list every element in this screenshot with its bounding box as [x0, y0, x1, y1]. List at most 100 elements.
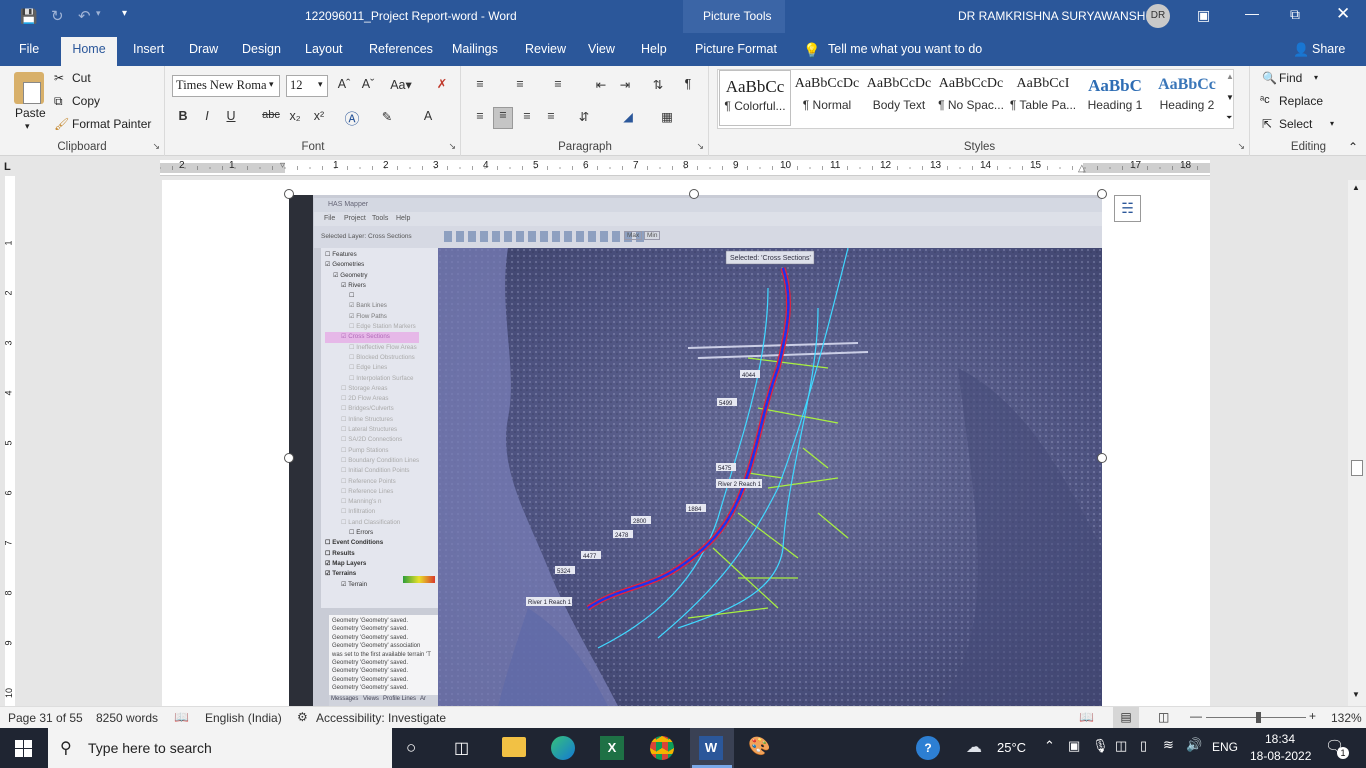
paste-icon[interactable]	[14, 72, 44, 104]
tree-item[interactable]: ☐ Edge Lines	[325, 363, 419, 373]
meet-now-icon[interactable]: ◫	[1115, 738, 1127, 754]
justify-icon[interactable]: ≡	[541, 109, 561, 123]
clock-date[interactable]: 18-08-2022	[1250, 749, 1311, 763]
styles-more-icon[interactable]: ⏷	[1226, 113, 1232, 123]
hec-menu-project[interactable]: Project	[344, 215, 366, 222]
tree-item-selected[interactable]: ☑ Cross Sections	[325, 332, 420, 343]
collapse-ribbon-icon[interactable]: ⌃	[1348, 140, 1358, 154]
increase-indent-icon[interactable]: ⇥	[615, 77, 635, 92]
weather-icon[interactable]: ☁	[966, 737, 982, 757]
font-size-dropdown-icon[interactable]: ▾	[318, 79, 323, 90]
tab-selector-icon[interactable]: L	[4, 161, 11, 173]
excel-icon[interactable]: X	[600, 736, 624, 760]
hec-layer-tree[interactable]: ☐ Features ☑ Geometries ☑ Geometry ☑ Riv…	[321, 248, 438, 608]
selected-picture[interactable]: HAS Mapper File Project Tools Help Selec…	[289, 195, 1102, 706]
minimize-icon[interactable]: —	[1245, 5, 1259, 21]
cortana-icon[interactable]: ○	[406, 738, 416, 758]
accessibility-status[interactable]: Accessibility: Investigate	[316, 711, 446, 725]
tell-me-search[interactable]: Tell me what you want to do	[828, 42, 982, 56]
hec-menu-help[interactable]: Help	[396, 215, 410, 222]
tree-item[interactable]: ☑ Flow Paths	[325, 312, 419, 322]
style-table-paragraph[interactable]: AaBbCcI ¶ Table Pa...	[1007, 70, 1079, 126]
tree-item[interactable]: ☐ Initial Condition Points	[325, 466, 419, 476]
tree-item[interactable]: ☐ Pump Stations	[325, 446, 419, 456]
bold-icon[interactable]: B	[173, 109, 193, 123]
tree-item[interactable]: ☐ Errors	[325, 528, 419, 538]
italic-icon[interactable]: I	[197, 109, 217, 123]
tree-item[interactable]: ☐ Lateral Structures	[325, 425, 419, 435]
styles-scroll-up-icon[interactable]: ▲	[1226, 72, 1234, 81]
clock-time[interactable]: 18:34	[1265, 732, 1295, 746]
style-colorful[interactable]: AaBbCc ¶ Colorful...	[719, 70, 791, 126]
paste-dropdown-icon[interactable]: ▾	[25, 121, 30, 132]
cut-icon[interactable]: ✂	[54, 71, 64, 85]
restore-icon[interactable]: ⧉	[1290, 6, 1300, 23]
resize-handle-top[interactable]	[689, 189, 699, 199]
zoom-level[interactable]: 132%	[1331, 711, 1362, 725]
style-body-text[interactable]: AaBbCcDc Body Text	[863, 70, 935, 126]
strikethrough-icon[interactable]: abc	[261, 109, 281, 121]
zoom-out-icon[interactable]: —	[1190, 709, 1202, 723]
share-button[interactable]: Share	[1312, 42, 1345, 56]
paragraph-launcher-icon[interactable]: ↘	[696, 141, 704, 152]
style-heading-2[interactable]: AaBbCc Heading 2	[1151, 70, 1223, 126]
resize-handle-right[interactable]	[1097, 453, 1107, 463]
hec-min-button[interactable]: Min	[644, 231, 661, 240]
layout-options-icon[interactable]: ☵	[1114, 195, 1141, 222]
resize-handle-left[interactable]	[284, 453, 294, 463]
accessibility-icon[interactable]: ⚙	[297, 710, 308, 724]
language[interactable]: English (India)	[205, 711, 282, 725]
tree-item[interactable]: ☐ Infiltration	[325, 507, 419, 517]
tree-item[interactable]: ☐ Blocked Obstructions	[325, 353, 419, 363]
numbering-icon[interactable]: ≡	[510, 77, 530, 91]
user-name[interactable]: DR RAMKRISHNA SURYAWANSHI	[958, 9, 1149, 23]
tab-view[interactable]: View	[588, 42, 615, 56]
tree-item[interactable]: ☐ Interpolation Surface	[325, 374, 419, 384]
hec-map-view[interactable]: Selected: 'Cross Sections' 4044 5499 547…	[438, 248, 1102, 706]
redo-icon[interactable]: ↻	[51, 7, 64, 25]
tree-item[interactable]: ☐	[325, 291, 419, 301]
paste-button[interactable]: Paste	[15, 106, 46, 120]
tree-item[interactable]: ☐ Features	[325, 250, 419, 260]
tab-layout[interactable]: Layout	[305, 42, 343, 56]
tree-item[interactable]: ☐ Results	[325, 549, 419, 559]
zoom-in-icon[interactable]: +	[1309, 709, 1316, 723]
tab-home[interactable]: Home	[61, 37, 117, 66]
tree-item[interactable]: ☑ Map Layers	[325, 559, 419, 569]
camera-icon[interactable]: ▣	[1068, 738, 1080, 754]
tree-item[interactable]: ☐ Manning's n	[325, 497, 419, 507]
chrome-icon[interactable]	[650, 736, 674, 760]
hec-tab-views[interactable]: Views	[363, 696, 379, 702]
tab-design[interactable]: Design	[242, 42, 281, 56]
hec-tab-profile-lines[interactable]: Profile Lines	[383, 696, 416, 702]
tab-mailings[interactable]: Mailings	[452, 42, 498, 56]
tree-item[interactable]: ☐ Edge Station Markers	[325, 322, 419, 332]
undo-dropdown-icon[interactable]: ▾	[96, 8, 101, 19]
subscript-icon[interactable]: x₂	[285, 109, 305, 123]
undo-icon[interactable]: ↶	[78, 7, 91, 25]
scroll-thumb[interactable]	[1351, 460, 1363, 476]
copy-icon[interactable]: ⧉	[54, 94, 63, 109]
replace-icon[interactable]: ᵃc	[1260, 94, 1270, 106]
highlight-icon[interactable]: ✎	[377, 109, 397, 124]
scroll-up-icon[interactable]: ▲	[1352, 183, 1360, 192]
align-center-icon[interactable]: ≡	[493, 107, 513, 129]
tree-item[interactable]: ☐ Bridges/Culverts	[325, 404, 419, 414]
copy-button[interactable]: Copy	[72, 94, 100, 108]
vertical-scrollbar[interactable]: ▲ ▼	[1348, 180, 1366, 706]
hec-menu-file[interactable]: File	[324, 215, 335, 222]
show-marks-icon[interactable]: ¶	[678, 77, 698, 91]
save-icon[interactable]: 💾	[20, 8, 37, 25]
hec-tab-messages[interactable]: Messages	[331, 696, 358, 702]
styles-scroll-down-icon[interactable]: ▼	[1226, 93, 1234, 102]
tree-item[interactable]: ☐ Land Classification	[325, 518, 419, 528]
microphone-icon[interactable]: 🎙	[1092, 738, 1109, 754]
proofing-icon[interactable]: 📖	[174, 710, 189, 724]
hec-max-button[interactable]: Max	[624, 231, 643, 240]
wifi-icon[interactable]: ≋	[1163, 737, 1174, 753]
volume-icon[interactable]: 🔊	[1186, 737, 1202, 753]
tab-draw[interactable]: Draw	[189, 42, 218, 56]
grow-font-icon[interactable]: Aˆ	[334, 77, 354, 91]
print-layout-icon[interactable]: ▤	[1113, 707, 1139, 728]
select-icon[interactable]: ⇱	[1262, 117, 1272, 131]
